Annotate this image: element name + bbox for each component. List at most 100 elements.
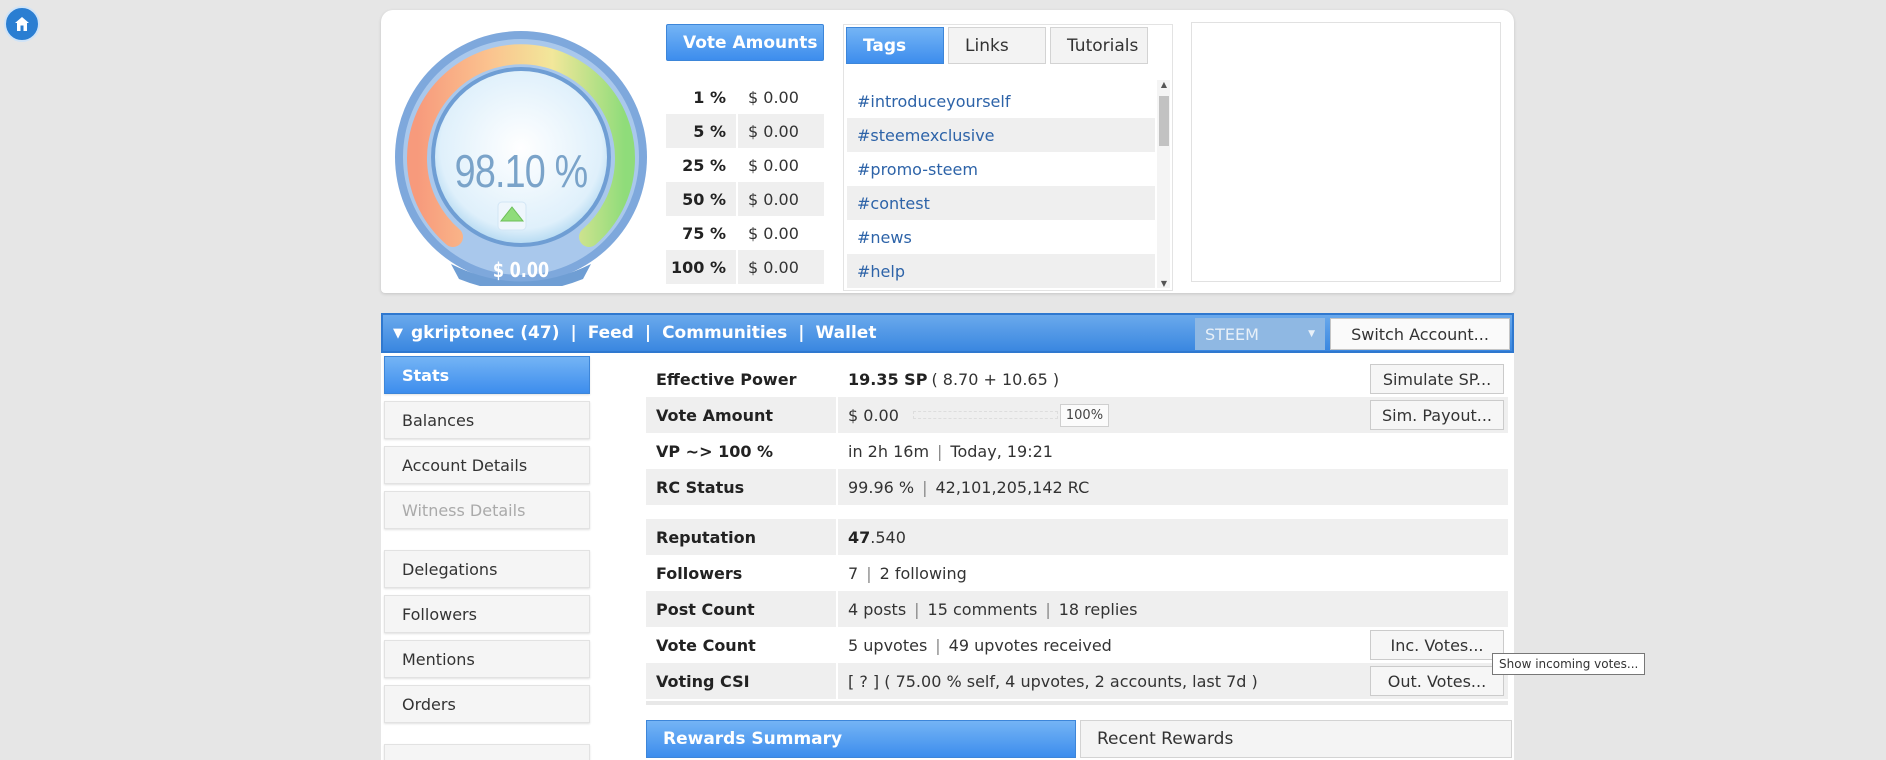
tab-tutorials[interactable]: Tutorials (1050, 27, 1148, 64)
switch-account-button[interactable]: Switch Account... (1330, 318, 1510, 350)
side-menu-delegations[interactable]: Delegations (384, 550, 590, 588)
upvotes-count: 5 upvotes (848, 635, 928, 655)
voting-power-percent: 98.10 % (454, 145, 588, 197)
incoming-votes-button[interactable]: Inc. Votes... (1370, 630, 1504, 660)
reputation-major: 47 (848, 527, 871, 547)
stat-label: Followers (646, 555, 838, 591)
tag-list: #introduceyourself #steemexclusive #prom… (847, 84, 1155, 288)
scroll-down-icon[interactable]: ▼ (1159, 279, 1169, 288)
account-nav-bar: ▼ gkriptonec (47) | Feed | Communities |… (381, 313, 1514, 353)
vote-weight-percent: 100% (1059, 403, 1110, 427)
tag-link[interactable]: #steemexclusive (847, 118, 1155, 152)
stat-label: VP ~> 100 % (646, 433, 838, 469)
vote-value: $ 0.00 (748, 223, 799, 243)
scroll-thumb[interactable] (1159, 96, 1169, 146)
stat-row-effective-power: Effective Power 19.35 SP ( 8.70 + 10.65 … (646, 361, 1508, 397)
tab-rewards-summary[interactable]: Rewards Summary (646, 720, 1076, 758)
stats-table: Effective Power 19.35 SP ( 8.70 + 10.65 … (646, 361, 1508, 699)
reputation-minor: .540 (870, 527, 906, 547)
comments-count: 15 comments (927, 599, 1038, 619)
csi-value: [ ? ] ( 75.00 % self, 4 upvotes, 2 accou… (848, 671, 1258, 691)
vote-row: 5 % $ 0.00 (666, 114, 824, 148)
effective-power-value: 19.35 SP (848, 369, 928, 389)
tag-link[interactable]: #help (847, 254, 1155, 288)
side-menu-orders[interactable]: Orders (384, 685, 590, 723)
stat-row-reputation: Reputation 47.540 (646, 519, 1508, 555)
vote-weight-slider[interactable] (912, 411, 1058, 419)
vote-row: 25 % $ 0.00 (666, 148, 824, 182)
side-menu-mentions[interactable]: Mentions (384, 640, 590, 678)
stat-label: Vote Count (646, 627, 838, 663)
stat-row-post-count: Post Count 4 posts | 15 comments | 18 re… (646, 591, 1508, 627)
vote-pct: 5 % (666, 114, 738, 148)
stat-label: Vote Amount (646, 397, 838, 433)
top-panel: 98.10 % $ 0.00 Vote Amounts 1 % $ 0.00 5… (381, 10, 1514, 293)
stat-row-rc: RC Status 99.96 % | 42,101,205,142 RC (646, 469, 1508, 505)
vote-amounts-header[interactable]: Vote Amounts (666, 24, 824, 61)
vote-pct: 100 % (666, 250, 738, 284)
tab-tags[interactable]: Tags (846, 27, 944, 64)
main-panel: Stats Balances Account Details Witness D… (381, 353, 1514, 760)
tag-link[interactable]: #contest (847, 186, 1155, 220)
side-menu-stats[interactable]: Stats (384, 356, 590, 394)
home-button[interactable] (4, 6, 40, 42)
sim-payout-button[interactable]: Sim. Payout... (1370, 400, 1504, 430)
tag-list-scrollbar[interactable]: ▲ ▼ (1157, 80, 1170, 288)
nav-separator: | (644, 323, 652, 343)
tags-panel: Tags Links Tutorials #introduceyourself … (843, 24, 1173, 291)
vote-pct: 75 % (666, 216, 738, 250)
side-menu-item[interactable] (384, 744, 590, 760)
side-menu-balances[interactable]: Balances (384, 401, 590, 439)
scroll-up-icon[interactable]: ▲ (1159, 80, 1169, 89)
stat-label: Voting CSI (646, 663, 838, 699)
chevron-down-icon: ▼ (1308, 329, 1315, 339)
currency-select-value: STEEM (1205, 324, 1259, 344)
vote-pct: 25 % (666, 148, 738, 182)
upvotes-received: 49 upvotes received (948, 635, 1112, 655)
outgoing-votes-button[interactable]: Out. Votes... (1370, 666, 1504, 696)
side-menu: Stats Balances Account Details Witness D… (384, 356, 590, 760)
side-menu-followers[interactable]: Followers (384, 595, 590, 633)
stat-row-vote-amount: Vote Amount $ 0.00 100% Sim. Payout... (646, 397, 1508, 433)
tab-links[interactable]: Links (948, 27, 1046, 64)
nav-separator: | (570, 323, 577, 343)
posts-count: 4 posts (848, 599, 907, 619)
vp-full-at: Today, 19:21 (950, 441, 1053, 461)
vote-row: 50 % $ 0.00 (666, 182, 824, 216)
vote-pct: 1 % (666, 80, 738, 114)
nav-wallet-link[interactable]: Wallet (816, 323, 877, 343)
vote-row: 100 % $ 0.00 (666, 250, 824, 284)
tag-link[interactable]: #news (847, 220, 1155, 254)
currency-select[interactable]: STEEM ▼ (1195, 318, 1325, 350)
rewards-tabs: Rewards Summary Recent Rewards (646, 720, 1512, 760)
nav-communities-link[interactable]: Communities (662, 323, 787, 343)
stat-row-vp: VP ~> 100 % in 2h 16m | Today, 19:21 (646, 433, 1508, 469)
voting-power-gauge: 98.10 % $ 0.00 (393, 24, 649, 292)
home-icon (15, 17, 29, 31)
vote-row: 1 % $ 0.00 (666, 80, 824, 114)
vote-amount-value: $ 0.00 (848, 405, 899, 425)
tab-recent-rewards[interactable]: Recent Rewards (1080, 720, 1512, 758)
vp-time-remaining: in 2h 16m (848, 441, 930, 461)
replies-count: 18 replies (1058, 599, 1138, 619)
account-name[interactable]: gkriptonec (47) (411, 323, 559, 343)
stat-label: RC Status (646, 469, 838, 505)
tooltip: Show incoming votes... (1492, 653, 1646, 675)
tag-link[interactable]: #promo-steem (847, 152, 1155, 186)
stat-row-followers: Followers 7 | 2 following (646, 555, 1508, 591)
stat-label: Reputation (646, 519, 838, 555)
simulate-sp-button[interactable]: Simulate SP... (1370, 364, 1504, 394)
vote-value: $ 0.00 (748, 87, 799, 107)
tags-tabs: Tags Links Tutorials (844, 25, 1172, 64)
vote-value: $ 0.00 (748, 121, 799, 141)
vote-value: $ 0.00 (748, 189, 799, 209)
stat-label: Post Count (646, 591, 838, 627)
effective-power-detail: ( 8.70 + 10.65 ) (931, 369, 1060, 389)
divider (646, 701, 1508, 705)
tag-link[interactable]: #introduceyourself (847, 84, 1155, 118)
collapse-caret-icon[interactable]: ▼ (393, 326, 403, 341)
vote-row: 75 % $ 0.00 (666, 216, 824, 250)
side-menu-account-details[interactable]: Account Details (384, 446, 590, 484)
stat-row-vote-count: Vote Count 5 upvotes | 49 upvotes receiv… (646, 627, 1508, 663)
nav-feed-link[interactable]: Feed (588, 323, 634, 343)
